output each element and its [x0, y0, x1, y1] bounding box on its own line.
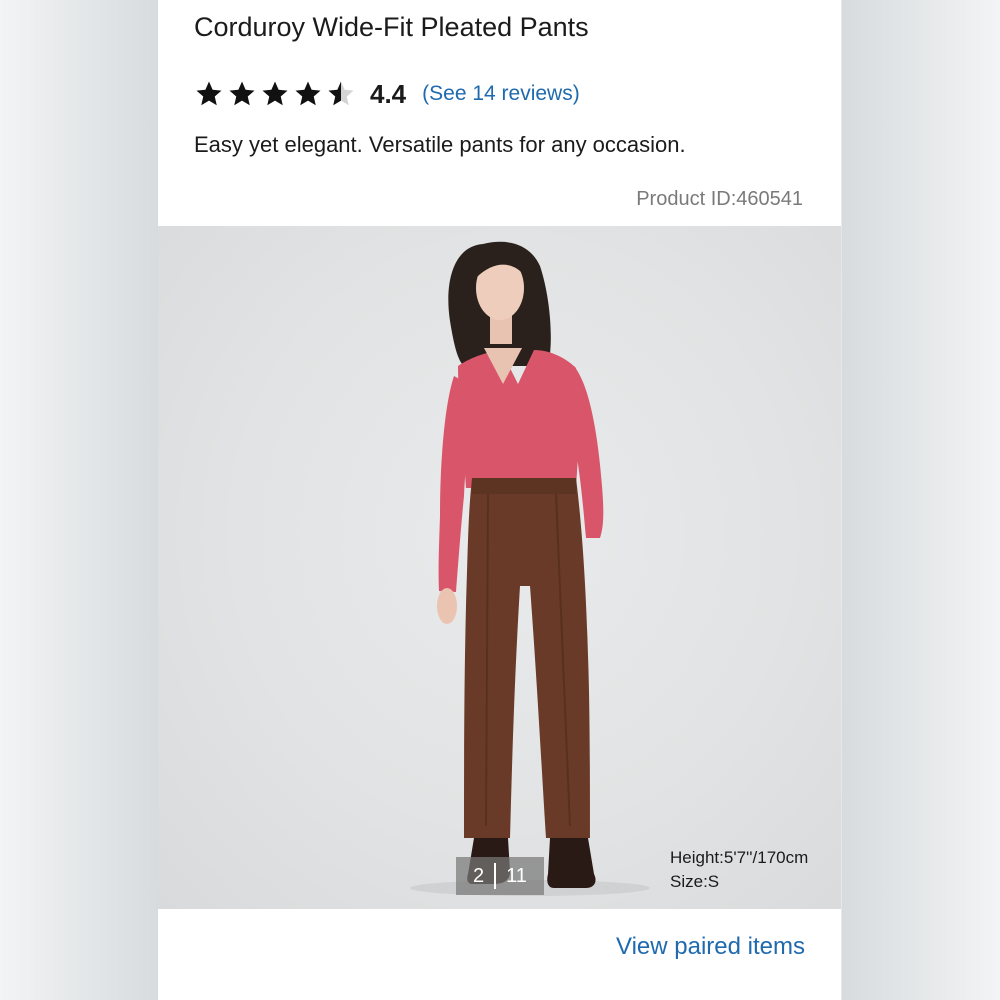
rating-value: 4.4	[370, 78, 407, 109]
image-counter-total: 11	[506, 864, 527, 887]
see-reviews-link[interactable]: (See 14 reviews)	[422, 82, 580, 106]
product-id: Product ID:460541	[636, 188, 803, 210]
left-backdrop	[0, 0, 158, 1000]
product-title: Corduroy Wide-Fit Pleated Pants	[194, 12, 589, 42]
model-size: Size:S	[670, 872, 720, 891]
star-full-icon	[295, 81, 321, 106]
star-full-icon	[196, 81, 222, 106]
star-full-icon	[229, 81, 255, 106]
image-counter[interactable]: 2 11	[456, 857, 544, 895]
view-paired-items-link[interactable]: View paired items	[616, 933, 805, 961]
product-card: Corduroy Wide-Fit Pleated Pants 4.4 (See…	[158, 0, 841, 1000]
model-photo	[410, 241, 650, 896]
model-info: Height:5'7''/170cm Size:S	[670, 846, 808, 894]
product-tagline: Easy yet elegant. Versatile pants for an…	[194, 132, 686, 157]
star-full-icon	[262, 81, 288, 106]
image-counter-current: 2	[473, 864, 485, 887]
right-backdrop	[842, 0, 1000, 1000]
counter-divider	[494, 863, 497, 889]
model-height: Height:5'7''/170cm	[670, 848, 809, 867]
star-rating	[194, 79, 356, 109]
star-half-icon	[328, 81, 354, 106]
product-image[interactable]: 2 11 Height:5'7''/170cm Size:S	[158, 226, 841, 909]
rating-row: 4.4 (See 14 reviews)	[194, 74, 580, 114]
